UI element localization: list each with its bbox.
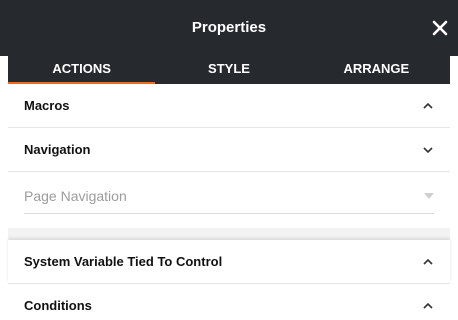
tab-style[interactable]: STYLE	[155, 56, 302, 84]
properties-header: Properties	[0, 0, 458, 56]
chevron-up-icon	[422, 300, 434, 312]
section-navigation[interactable]: Navigation	[8, 128, 450, 172]
properties-content: Macros Navigation Page Navigation System…	[8, 84, 450, 320]
close-icon	[432, 20, 448, 36]
tab-arrange[interactable]: ARRANGE	[303, 56, 450, 84]
chevron-up-icon	[422, 256, 434, 268]
section-navigation-label: Navigation	[24, 142, 91, 157]
dropdown-caret-icon	[424, 193, 434, 199]
chevron-up-icon	[422, 100, 434, 112]
section-system-variable-label: System Variable Tied To Control	[24, 254, 223, 269]
close-button[interactable]	[426, 0, 454, 56]
section-divider	[8, 228, 450, 240]
page-navigation-field: Page Navigation	[8, 172, 450, 228]
section-macros-label: Macros	[24, 98, 70, 113]
page-navigation-select[interactable]: Page Navigation	[24, 178, 434, 214]
section-conditions-label: Conditions	[24, 298, 92, 313]
chevron-down-icon	[422, 144, 434, 156]
tab-bar: ACTIONS STYLE ARRANGE	[8, 56, 450, 84]
section-conditions[interactable]: Conditions	[8, 284, 450, 320]
section-macros[interactable]: Macros	[8, 84, 450, 128]
page-navigation-placeholder: Page Navigation	[24, 188, 127, 204]
tab-actions[interactable]: ACTIONS	[8, 56, 156, 84]
section-system-variable[interactable]: System Variable Tied To Control	[8, 240, 450, 284]
panel-title: Properties	[191, 19, 267, 36]
